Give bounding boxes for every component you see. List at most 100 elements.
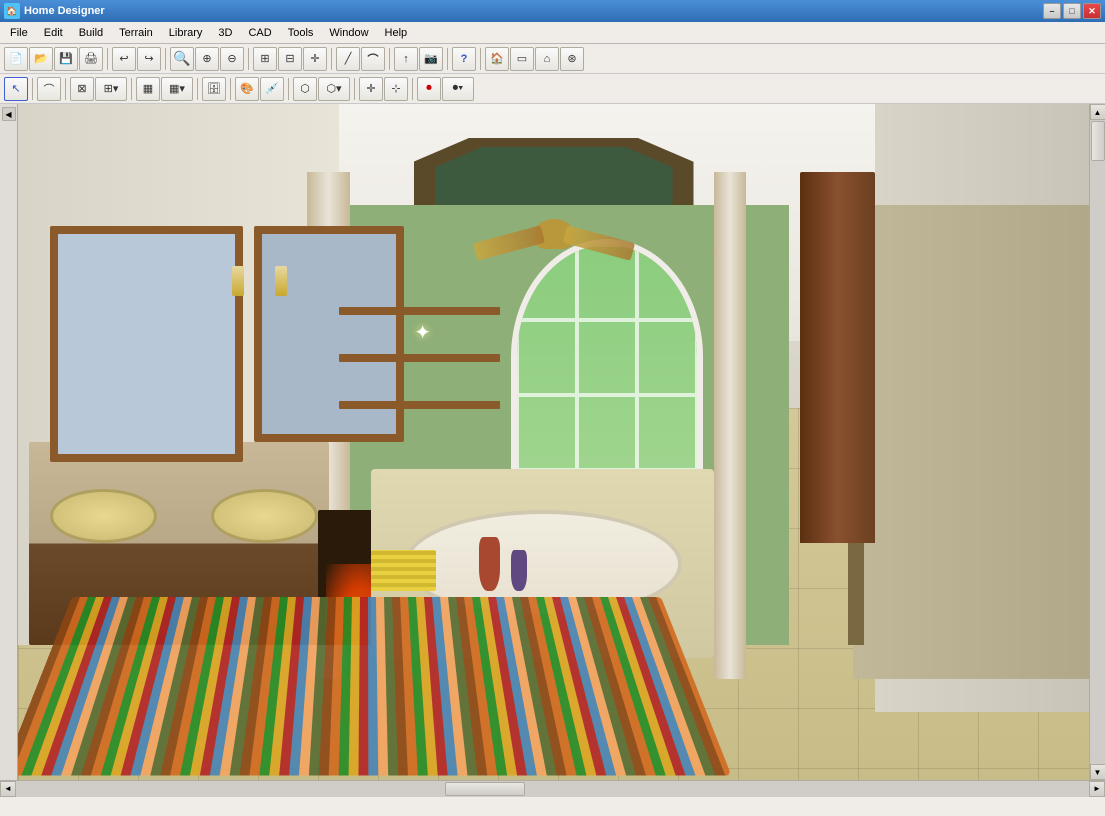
toolbar-separator bbox=[354, 78, 355, 100]
menu-item-library[interactable]: Library bbox=[161, 25, 211, 41]
left-sidebar: ◀ bbox=[0, 104, 18, 780]
sink-right bbox=[211, 489, 318, 543]
mirror-right bbox=[254, 226, 404, 442]
rug bbox=[18, 597, 731, 775]
exterior-button[interactable]: 🏠 bbox=[485, 47, 509, 71]
toolbar-1: 📄 📂 💾 🖨 ↩ ↪ 🔍 ⊕ ⊖ ⊞ ⊟ ✛ ╱ ⌒ ↑ 📷 ? 🏠 ▭ ⌂ … bbox=[0, 44, 1105, 74]
menu-item-cad[interactable]: CAD bbox=[240, 25, 279, 41]
walls-button[interactable]: ⊠ bbox=[70, 77, 94, 101]
cabinet-button[interactable]: 🗄 bbox=[202, 77, 226, 101]
hscroll-thumb[interactable] bbox=[445, 782, 525, 796]
select-all-button[interactable]: ⊟ bbox=[278, 47, 302, 71]
terrain-button[interactable]: ⬡ bbox=[293, 77, 317, 101]
door-right bbox=[800, 172, 875, 544]
menu-item-tools[interactable]: Tools bbox=[280, 25, 322, 41]
toolbar-separator bbox=[412, 78, 413, 100]
shower-area bbox=[853, 205, 1089, 678]
window-pane bbox=[517, 320, 577, 395]
help-button[interactable]: ? bbox=[452, 47, 476, 71]
mirror-left bbox=[50, 226, 243, 463]
window-pane bbox=[577, 395, 637, 470]
material-button[interactable]: 🎨 bbox=[235, 77, 259, 101]
move-tool-button[interactable]: ✛ bbox=[359, 77, 383, 101]
maximize-button[interactable]: □ bbox=[1063, 3, 1081, 19]
terrain-dropdown[interactable]: ⬡▾ bbox=[318, 77, 350, 101]
arc-button[interactable]: ⌒ bbox=[361, 47, 385, 71]
save-button[interactable]: 💾 bbox=[54, 47, 78, 71]
star-decoration: ✦ bbox=[414, 320, 431, 345]
shelf-3 bbox=[339, 401, 500, 409]
toolbar-separator bbox=[131, 78, 132, 100]
transform-button[interactable]: ⊹ bbox=[384, 77, 408, 101]
scroll-up-button[interactable]: ▲ bbox=[1090, 104, 1105, 120]
print-button[interactable]: 🖨 bbox=[79, 47, 103, 71]
vase-2 bbox=[511, 550, 527, 591]
shelf-1 bbox=[339, 307, 500, 315]
toolbar-separator bbox=[65, 78, 66, 100]
toolbar-separator bbox=[32, 78, 33, 100]
line-button[interactable]: ╱ bbox=[336, 47, 360, 71]
menu-item-build[interactable]: Build bbox=[71, 25, 111, 41]
eyedropper-button[interactable]: 💉 bbox=[260, 77, 284, 101]
menu-item-3d[interactable]: 3D bbox=[210, 25, 240, 41]
menu-item-window[interactable]: Window bbox=[321, 25, 376, 41]
scrollbar-bottom: ◄ ► bbox=[0, 780, 1105, 796]
shelf-2 bbox=[339, 354, 500, 362]
camera-button[interactable]: 📷 bbox=[419, 47, 443, 71]
toolbar-separator bbox=[447, 48, 448, 70]
left-sidebar-button[interactable]: ◀ bbox=[2, 107, 16, 121]
toolbar-separator bbox=[230, 78, 231, 100]
undo-button[interactable]: ↩ bbox=[112, 47, 136, 71]
menu-item-help[interactable]: Help bbox=[377, 25, 416, 41]
scroll-thumb[interactable] bbox=[1091, 121, 1105, 161]
fan-blades bbox=[474, 234, 634, 254]
toolbar-separator bbox=[248, 48, 249, 70]
menu-bar: File Edit Build Terrain Library 3D CAD T… bbox=[0, 22, 1105, 44]
scroll-down-button[interactable]: ▼ bbox=[1090, 764, 1105, 780]
zoom-in-button[interactable]: 🔍 bbox=[170, 47, 194, 71]
scroll-left-button[interactable]: ◄ bbox=[0, 781, 16, 797]
floor-button[interactable]: ▭ bbox=[510, 47, 534, 71]
arrow-button[interactable]: ↑ bbox=[394, 47, 418, 71]
window-controls: – □ ✕ bbox=[1043, 3, 1101, 19]
column-right bbox=[714, 172, 746, 679]
toolbar-separator bbox=[107, 48, 108, 70]
select-tool-button[interactable]: ↖ bbox=[4, 77, 28, 101]
toolbar-separator bbox=[288, 78, 289, 100]
vase-1 bbox=[479, 537, 500, 591]
fit-button[interactable]: ⊞ bbox=[253, 47, 277, 71]
record-button[interactable]: ⏺ bbox=[417, 77, 441, 101]
freehand-button[interactable]: ⌒ bbox=[37, 77, 61, 101]
minimize-button[interactable]: – bbox=[1043, 3, 1061, 19]
move-button[interactable]: ✛ bbox=[303, 47, 327, 71]
title-bar: 🏠 Home Designer – □ ✕ bbox=[0, 0, 1105, 22]
walls-dropdown[interactable]: ⊞▾ bbox=[95, 77, 127, 101]
toolbar-2: ↖ ⌒ ⊠ ⊞▾ ▦ ▦▾ 🗄 🎨 💉 ⬡ ⬡▾ ✛ ⊹ ⏺ ⏺▾ bbox=[0, 74, 1105, 104]
toolbar-separator bbox=[197, 78, 198, 100]
scroll-right-button[interactable]: ► bbox=[1089, 781, 1105, 797]
window-pane bbox=[637, 395, 697, 470]
ceiling-fan bbox=[534, 219, 574, 249]
window-panes bbox=[517, 245, 698, 470]
window bbox=[511, 239, 704, 476]
scroll-track[interactable] bbox=[1090, 120, 1105, 764]
rooms-button[interactable]: ▦ bbox=[136, 77, 160, 101]
record-dropdown[interactable]: ⏺▾ bbox=[442, 77, 474, 101]
symbol-button[interactable]: ⊛ bbox=[560, 47, 584, 71]
open-button[interactable]: 📂 bbox=[29, 47, 53, 71]
menu-item-terrain[interactable]: Terrain bbox=[111, 25, 161, 41]
zoom-out-button[interactable]: ⊖ bbox=[220, 47, 244, 71]
hscroll-track[interactable] bbox=[16, 781, 1089, 797]
scrollbar-right: ▲ ▼ bbox=[1089, 104, 1105, 780]
zoom-window-button[interactable]: ⊕ bbox=[195, 47, 219, 71]
close-button[interactable]: ✕ bbox=[1083, 3, 1101, 19]
menu-item-edit[interactable]: Edit bbox=[36, 25, 71, 41]
menu-item-file[interactable]: File bbox=[2, 25, 36, 41]
rooms-dropdown[interactable]: ▦▾ bbox=[161, 77, 193, 101]
title-text: Home Designer bbox=[24, 5, 1043, 17]
new-button[interactable]: 📄 bbox=[4, 47, 28, 71]
canvas-area[interactable]: ✦ bbox=[18, 104, 1089, 780]
wall-light-1 bbox=[232, 266, 244, 296]
redo-button[interactable]: ↪ bbox=[137, 47, 161, 71]
roof-button[interactable]: ⌂ bbox=[535, 47, 559, 71]
